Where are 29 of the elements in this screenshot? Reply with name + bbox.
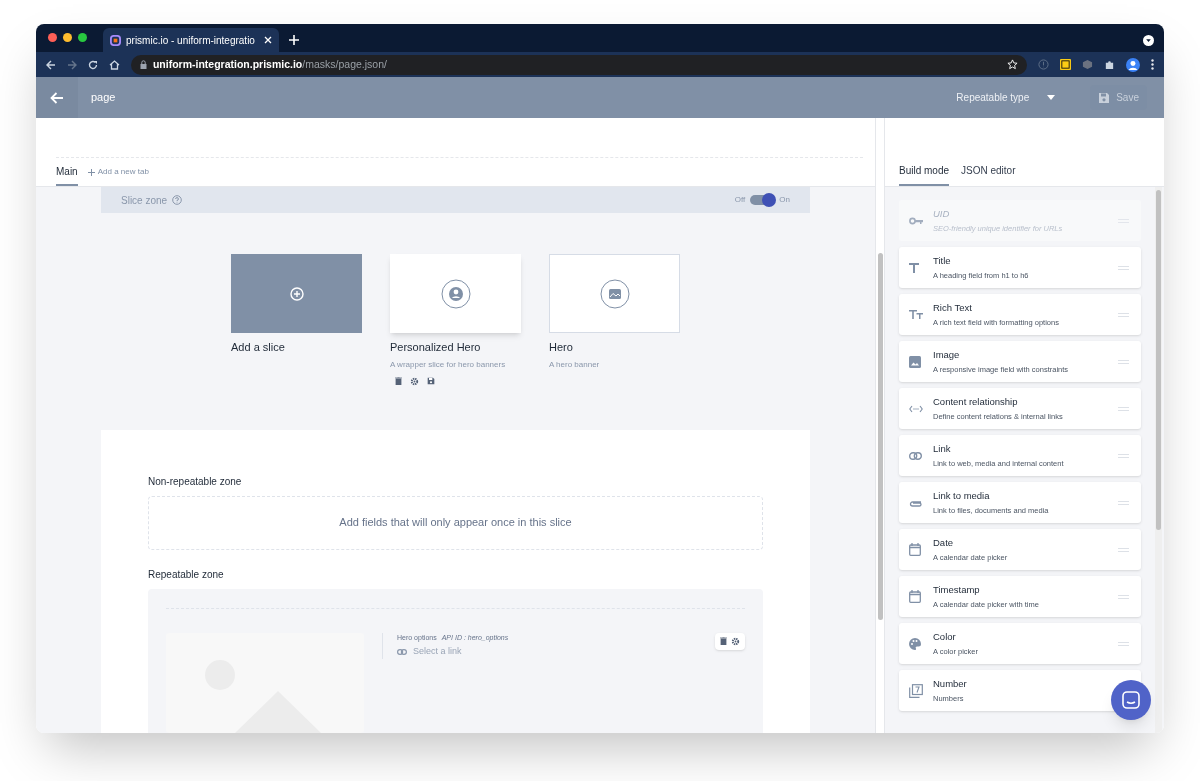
slice-zone-label: Slice zone bbox=[121, 193, 168, 208]
slice-description: A wrapper slice for hero banners bbox=[390, 358, 507, 371]
slice-title: Hero bbox=[549, 340, 574, 355]
field-type-title: Link bbox=[933, 442, 952, 457]
zone-label: Non-repeatable zone bbox=[148, 474, 243, 489]
field-type-title: Title bbox=[933, 254, 952, 269]
zone-label: Repeatable zone bbox=[148, 567, 225, 582]
add-tab-button[interactable]: Add a new tab bbox=[87, 166, 149, 186]
tab[interactable]: JSON editor bbox=[961, 163, 1016, 186]
field-type-title: Content relationship bbox=[933, 395, 1019, 410]
toggle-off-label: Off bbox=[734, 194, 746, 206]
page-title: page bbox=[91, 90, 116, 106]
address-bar[interactable]: uniform-integration.prismic.io/masks/page.json/ bbox=[130, 54, 1028, 75]
field-type-title: Timestamp bbox=[933, 583, 981, 598]
browser-tab[interactable]: prismic.io - uniform-integratio bbox=[103, 28, 279, 52]
url-text: uniform-integration.prismic.io/masks/page.json/ bbox=[152, 56, 387, 72]
field-type-title: UID bbox=[933, 207, 951, 222]
tab-title: prismic.io - uniform-integratio bbox=[126, 33, 255, 48]
slice-title: Personalized Hero bbox=[390, 340, 482, 355]
field-type-title: Date bbox=[933, 536, 955, 551]
field-type-title: Link to media bbox=[933, 489, 991, 504]
field-type-title: Color bbox=[933, 630, 957, 645]
field-type-title: Number bbox=[933, 677, 967, 692]
toggle-on-label: On bbox=[779, 194, 790, 206]
field-type-title: Image bbox=[933, 348, 961, 363]
slice-description: A hero banner bbox=[549, 358, 601, 371]
slice-title: Add a slice bbox=[231, 340, 286, 355]
drop-zone-hint: Add fields that will only appear once in this slice bbox=[339, 515, 572, 531]
field-type-title: Rich Text bbox=[933, 301, 973, 316]
